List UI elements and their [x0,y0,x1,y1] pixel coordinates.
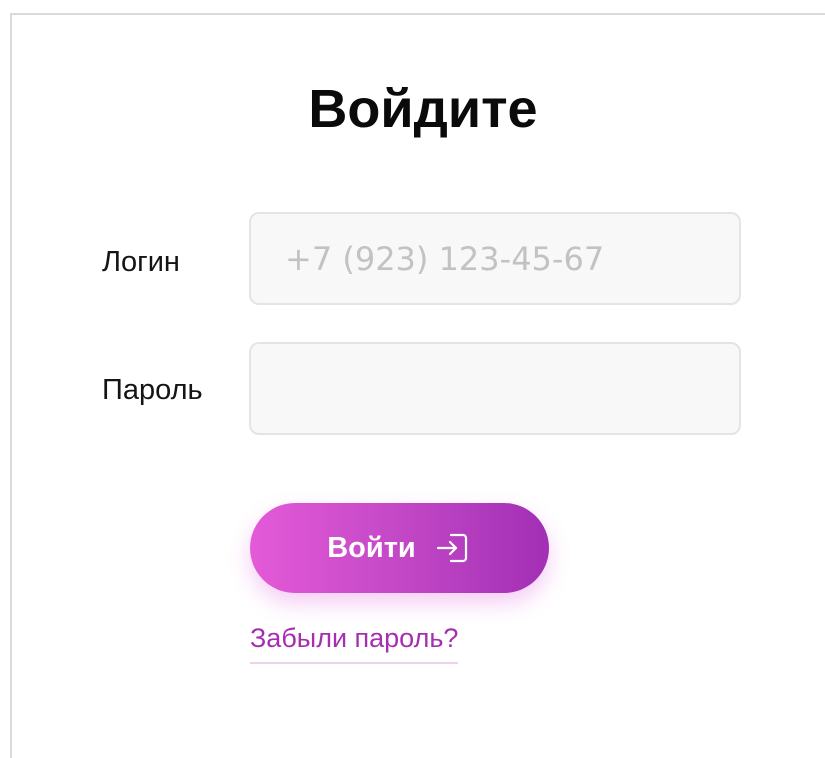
login-input[interactable] [249,212,741,305]
login-label: Логин [102,246,180,278]
forgot-password-link[interactable]: Забыли пароль? [250,623,459,664]
login-button[interactable]: Войти [250,503,549,593]
login-button-label: Войти [327,531,416,564]
password-input[interactable] [249,342,741,435]
page-title: Войдите [308,79,538,139]
login-arrow-icon [434,529,472,567]
password-label: Пароль [102,374,203,406]
